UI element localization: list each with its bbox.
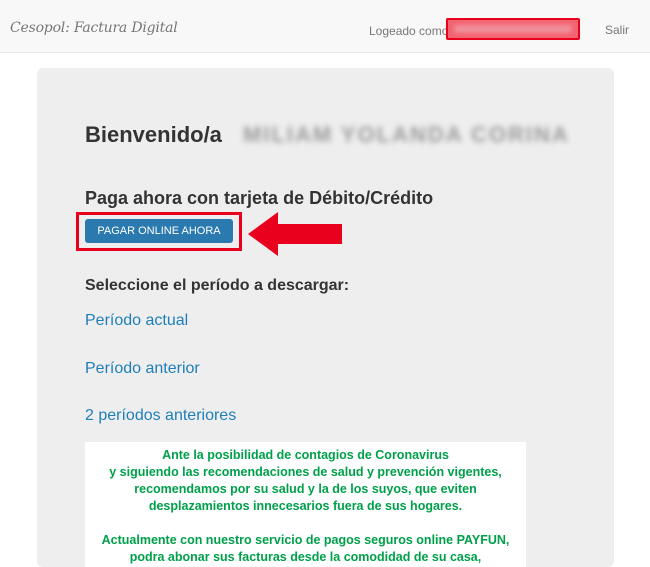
notice-line: recomendamos por su salud y la de los su… [134,482,477,496]
period-link-two-previous[interactable]: 2 períodos anteriores [85,407,236,425]
top-navbar: Cesopol: Factura Digital Logeado como Sa… [0,0,650,53]
period-link-current[interactable]: Período actual [85,312,188,330]
notice-line: Actualmente con nuestro servicio de pago… [101,533,510,547]
period-heading: Seleccione el período a descargar: [85,277,350,294]
redacted-username [446,18,580,40]
logged-in-label: Logeado como [369,24,449,38]
notice-line: y siguiendo las recomendaciones de salud… [109,465,502,479]
notice-line: Ante la posibilidad de contagios de Coro… [162,448,449,462]
welcome-heading: Bienvenido/a [85,122,222,147]
blurred-customer-name: MILIAM YOLANDA CORINA [243,122,570,147]
period-link-previous[interactable]: Período anterior [85,360,200,378]
notice-spacer [85,515,526,532]
brand-title[interactable]: Cesopol: Factura Digital [10,20,178,36]
blurred-name-text: MILIAM YOLANDA CORINA [243,122,570,147]
arrow-shape [248,212,342,256]
notice-line: desplazamientos innecesarios fuera de su… [148,499,463,513]
pointer-arrow-icon [248,212,342,256]
logout-link[interactable]: Salir [605,23,629,37]
notice-line: podra abonar sus facturas desde la comod… [129,550,482,564]
pay-online-button[interactable]: PAGAR ONLINE AHORA [85,219,233,243]
pay-heading: Paga ahora con tarjeta de Débito/Crédito [85,188,434,208]
coronavirus-notice: Ante la posibilidad de contagios de Coro… [85,442,526,567]
